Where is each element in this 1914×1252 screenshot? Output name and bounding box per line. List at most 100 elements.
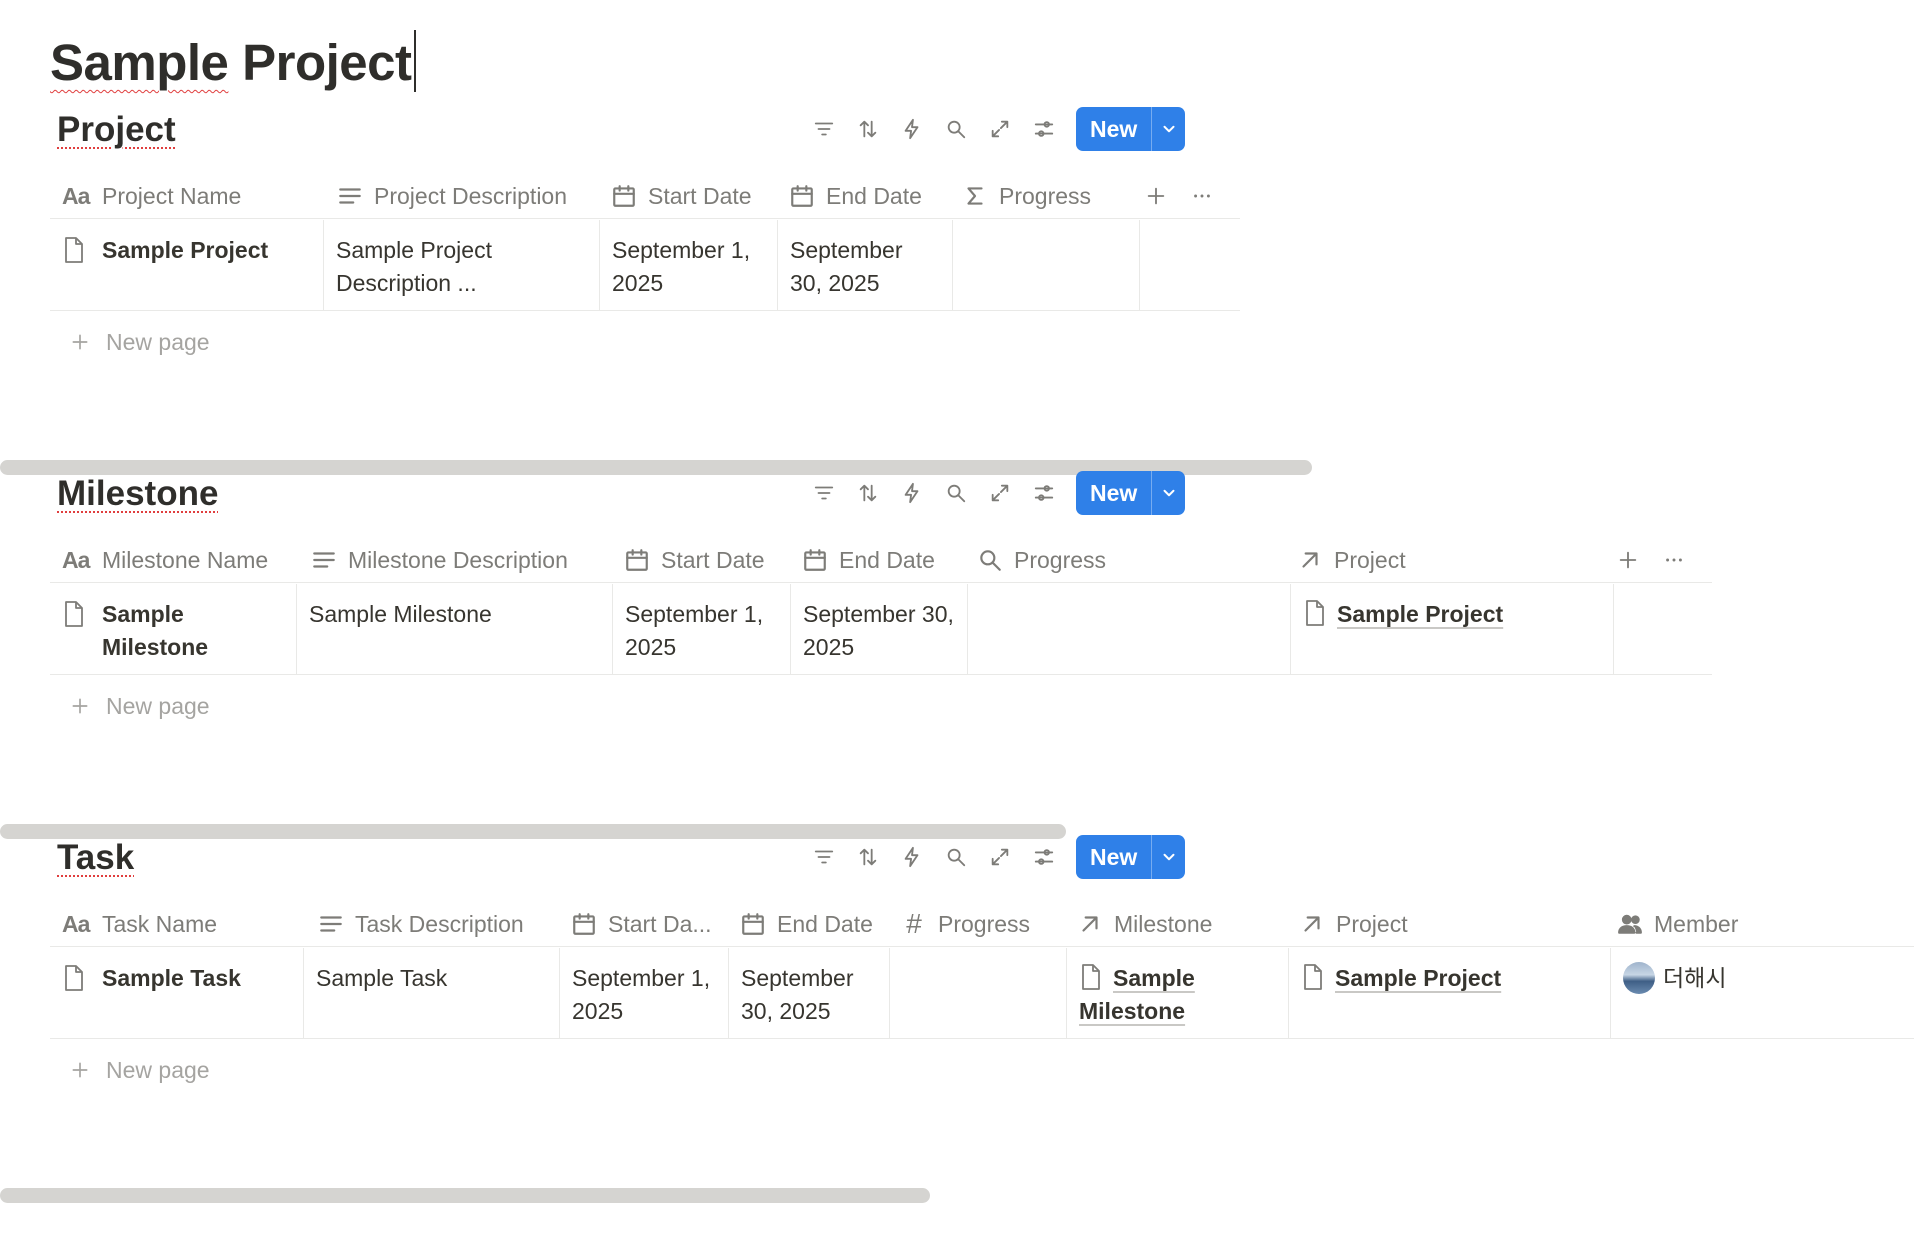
column-header-description[interactable]: Task Description [317, 902, 524, 946]
column-header-project[interactable]: Project [1298, 902, 1408, 946]
sort-icon[interactable] [846, 473, 890, 513]
column-header-description[interactable]: Project Description [336, 174, 567, 218]
cell-name[interactable]: Sample Milestone [50, 584, 297, 674]
cell-end-date[interactable]: September 30, 2025 [778, 220, 953, 310]
cell-progress[interactable] [968, 584, 1291, 674]
settings-icon[interactable] [1022, 109, 1066, 149]
text-property-icon [336, 182, 364, 210]
automation-icon[interactable] [890, 109, 934, 149]
new-button-label[interactable]: New [1076, 471, 1151, 515]
title-property-icon: Aa [62, 546, 90, 573]
new-page-button[interactable]: New page [70, 322, 210, 362]
search-icon[interactable] [934, 473, 978, 513]
cell-end-date[interactable]: September 30, 2025 [729, 948, 890, 1038]
column-header-label: End Date [826, 182, 922, 209]
settings-icon[interactable] [1022, 473, 1066, 513]
column-header-end-date[interactable]: End Date [739, 902, 873, 946]
cell-name[interactable]: Sample Task [50, 948, 304, 1038]
chevron-down-icon[interactable] [1151, 107, 1185, 151]
new-button-label[interactable]: New [1076, 835, 1151, 879]
calendar-icon [610, 182, 638, 210]
relation-link[interactable]: Sample Project [1337, 601, 1503, 627]
settings-icon[interactable] [1022, 837, 1066, 877]
column-header-progress[interactable]: # Progress [900, 902, 1030, 946]
horizontal-scrollbar[interactable] [0, 1188, 930, 1203]
automation-icon[interactable] [890, 837, 934, 877]
more-icon[interactable] [1191, 174, 1213, 218]
table-header: Aa Project Name Project Description Star… [50, 174, 1240, 219]
cell-name-text: Sample Milestone [102, 601, 209, 660]
column-header-member[interactable]: Member [1616, 902, 1738, 946]
plus-icon [72, 334, 88, 350]
new-button[interactable]: New [1076, 471, 1186, 515]
cell-project[interactable]: Sample Project [1289, 948, 1611, 1038]
relation-arrow-icon [1298, 910, 1326, 938]
expand-icon[interactable] [978, 109, 1022, 149]
cell-start-date[interactable]: September 1, 2025 [613, 584, 791, 674]
automation-icon[interactable] [890, 473, 934, 513]
table-row[interactable]: Sample Project Sample Project Descriptio… [50, 220, 1240, 311]
new-page-label: New page [106, 328, 210, 355]
column-header-description[interactable]: Milestone Description [310, 538, 568, 582]
column-header-name[interactable]: Aa Task Name [62, 902, 217, 946]
page-icon [1301, 963, 1325, 991]
column-header-end-date[interactable]: End Date [788, 174, 922, 218]
column-header-label: Progress [999, 182, 1092, 209]
cell-start-date[interactable]: September 1, 2025 [600, 220, 778, 310]
text-property-icon [317, 910, 345, 938]
search-icon[interactable] [934, 837, 978, 877]
column-header-progress[interactable]: Progress [961, 174, 1091, 218]
column-header-start-date[interactable]: Start Da... [570, 902, 712, 946]
member-name: 더해시 [1663, 965, 1727, 991]
sort-icon[interactable] [846, 109, 890, 149]
column-header-start-date[interactable]: Start Date [623, 538, 765, 582]
add-property-icon[interactable] [1617, 538, 1639, 582]
table-header: Aa Task Name Task Description Start Da..… [50, 902, 1914, 947]
chevron-down-icon[interactable] [1151, 471, 1185, 515]
new-button[interactable]: New [1076, 835, 1186, 879]
database-title-task[interactable]: Task [57, 834, 134, 882]
filter-icon[interactable] [802, 837, 846, 877]
new-page-button[interactable]: New page [70, 686, 210, 726]
database-title-milestone[interactable]: Milestone [57, 470, 218, 518]
expand-icon[interactable] [978, 473, 1022, 513]
column-header-label: Project [1336, 910, 1408, 937]
cell-name[interactable]: Sample Project [50, 220, 324, 310]
new-page-button[interactable]: New page [70, 1050, 210, 1090]
table-row[interactable]: Sample Milestone Sample Milestone Septem… [50, 584, 1712, 675]
chevron-down-icon[interactable] [1151, 835, 1185, 879]
cell-milestone[interactable]: Sample Milestone [1067, 948, 1289, 1038]
avatar [1623, 962, 1655, 994]
new-button[interactable]: New [1076, 107, 1186, 151]
column-header-name[interactable]: Aa Milestone Name [62, 538, 268, 582]
cell-progress[interactable] [890, 948, 1067, 1038]
add-property-icon[interactable] [1145, 174, 1167, 218]
new-button-label[interactable]: New [1076, 107, 1151, 151]
cell-description[interactable]: Sample Task [304, 948, 560, 1038]
cell-description[interactable]: Sample Project Description ... [324, 220, 600, 310]
relation-link[interactable]: Sample Project [1335, 965, 1501, 991]
column-header-label: Start Date [648, 182, 752, 209]
column-header-project[interactable]: Project [1296, 538, 1406, 582]
cell-progress[interactable] [953, 220, 1140, 310]
cell-member[interactable]: 더해시 [1611, 948, 1914, 1038]
column-header-start-date[interactable]: Start Date [610, 174, 752, 218]
cell-project[interactable]: Sample Project [1291, 584, 1614, 674]
cell-start-date[interactable]: September 1, 2025 [560, 948, 729, 1038]
column-header-progress[interactable]: Progress [976, 538, 1106, 582]
sort-icon[interactable] [846, 837, 890, 877]
column-header-end-date[interactable]: End Date [801, 538, 935, 582]
cell-description[interactable]: Sample Milestone [297, 584, 613, 674]
column-header-name[interactable]: Aa Project Name [62, 174, 241, 218]
more-icon[interactable] [1663, 538, 1685, 582]
database-title-project[interactable]: Project [57, 106, 176, 154]
page-title[interactable]: Sample Project [50, 30, 416, 96]
filter-icon[interactable] [802, 109, 846, 149]
cell-end-date[interactable]: September 30, 2025 [791, 584, 968, 674]
expand-icon[interactable] [978, 837, 1022, 877]
column-header-milestone[interactable]: Milestone [1076, 902, 1212, 946]
filter-icon[interactable] [802, 473, 846, 513]
column-header-label: Progress [1014, 546, 1107, 573]
search-icon[interactable] [934, 109, 978, 149]
table-row[interactable]: Sample Task Sample Task September 1, 202… [50, 948, 1914, 1039]
